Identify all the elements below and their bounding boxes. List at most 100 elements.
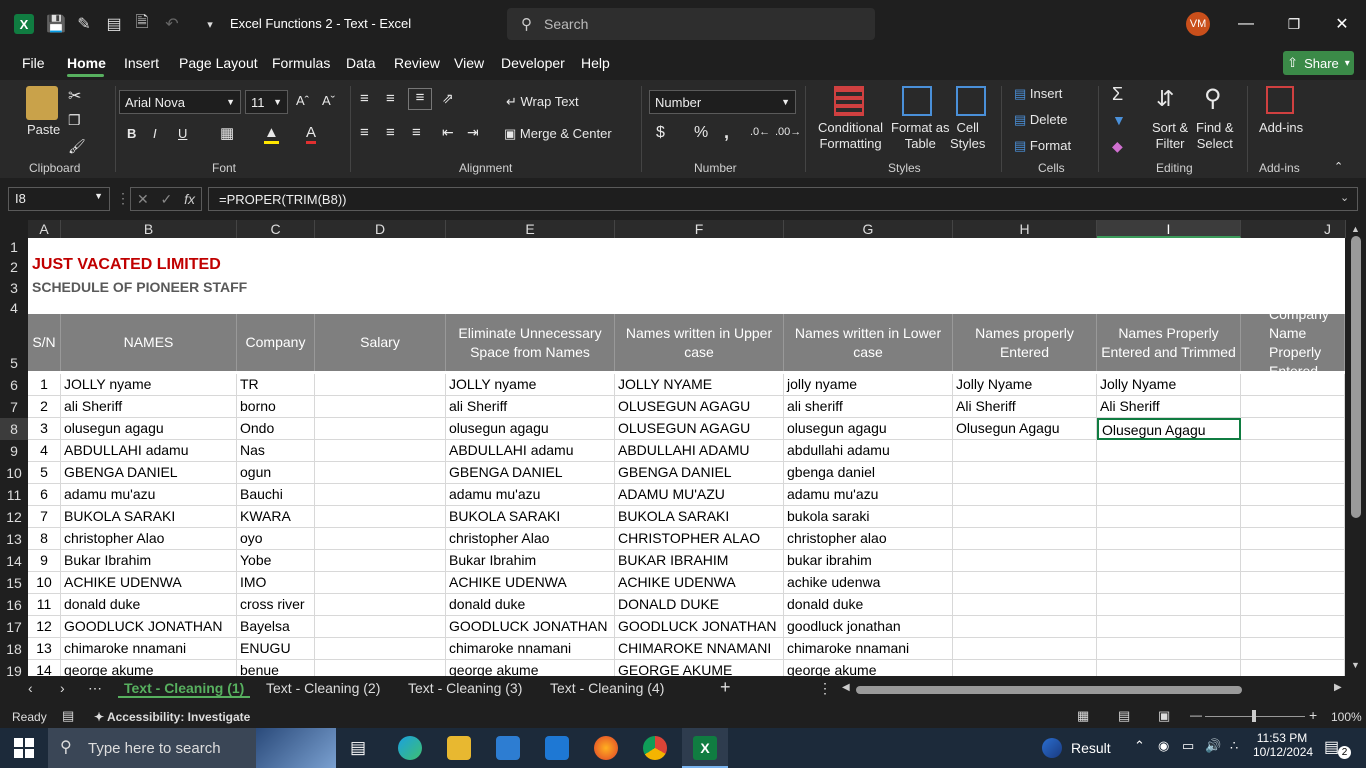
table-cell[interactable]: GBENGA DANIEL (61, 462, 237, 484)
table-cell[interactable] (1241, 462, 1345, 484)
table-cell[interactable] (953, 638, 1097, 660)
column-header-e[interactable]: E (446, 220, 615, 238)
undo-icon[interactable]: ↶ (160, 12, 184, 36)
table-cell[interactable]: chimaroke nnamani (446, 638, 615, 660)
row-header[interactable]: 11 (0, 484, 28, 506)
column-header-c[interactable]: C (237, 220, 315, 238)
align-center-icon[interactable]: ≡ (386, 124, 395, 141)
zoom-out-icon[interactable]: — (1190, 708, 1202, 722)
number-format-select[interactable]: Number ▼ (649, 90, 796, 114)
table-cell[interactable] (1097, 638, 1241, 660)
header-cell-a[interactable]: S/N (28, 314, 61, 371)
table-cell[interactable] (1241, 660, 1345, 676)
table-cell[interactable]: george akume (446, 660, 615, 676)
row-header[interactable]: 14 (0, 550, 28, 572)
table-cell[interactable]: JOLLY nyame (61, 374, 237, 396)
row-header[interactable]: 6 (0, 374, 28, 396)
table-cell[interactable] (953, 484, 1097, 506)
tray-chevron-icon[interactable]: ⌃ (1134, 738, 1145, 754)
table-cell[interactable] (315, 572, 446, 594)
table-cell[interactable]: Yobe (237, 550, 315, 572)
table-cell[interactable]: bukola saraki (784, 506, 953, 528)
table-cell[interactable] (953, 594, 1097, 616)
table-cell[interactable]: Nas (237, 440, 315, 462)
active-cell[interactable]: Olusegun Agagu (1097, 418, 1241, 440)
row-header[interactable]: 7 (0, 396, 28, 418)
zoom-slider-thumb[interactable] (1252, 710, 1256, 722)
accessibility-status[interactable]: ✦ Accessibility: Investigate (94, 710, 250, 724)
table-cell[interactable]: donald duke (446, 594, 615, 616)
scroll-up-icon[interactable]: ▲ (1351, 224, 1360, 234)
table-cell[interactable] (1097, 594, 1241, 616)
table-cell[interactable]: BUKAR IBRAHIM (615, 550, 784, 572)
column-header-a[interactable]: A (28, 220, 61, 238)
table-cell[interactable] (1241, 638, 1345, 660)
table-cell[interactable]: CHIMAROKE NNAMANI (615, 638, 784, 660)
notifications-icon[interactable]: ▤ (1324, 737, 1339, 757)
enter-icon[interactable]: ✓ (161, 191, 173, 208)
table-cell[interactable]: adamu mu'azu (784, 484, 953, 506)
add-ins-button[interactable]: Add-ins (1259, 120, 1303, 135)
table-cell[interactable]: ACHIKE UDENWA (446, 572, 615, 594)
header-cell-f[interactable]: Names written in Upper case (615, 314, 784, 371)
table-cell[interactable]: 2 (28, 396, 61, 418)
align-bottom-icon[interactable]: ≡ (408, 88, 432, 110)
row-header[interactable]: 17 (0, 616, 28, 638)
table-cell[interactable]: CHRISTOPHER ALAO (615, 528, 784, 550)
windows-start-icon[interactable] (14, 738, 34, 758)
table-cell[interactable]: Ali Sheriff (953, 396, 1097, 418)
horizontal-scrollbar[interactable]: ◀ ▶ (842, 682, 1346, 698)
table-cell[interactable] (1241, 550, 1345, 572)
table-cell[interactable]: achike udenwa (784, 572, 953, 594)
table-cell[interactable] (315, 594, 446, 616)
table-cell[interactable]: 14 (28, 660, 61, 676)
tab-home[interactable]: Home (67, 55, 106, 71)
column-header-g[interactable]: G (784, 220, 953, 238)
merge-center-button[interactable]: ▣ Merge & Center (504, 126, 612, 142)
table-cell[interactable]: olusegun agagu (446, 418, 615, 440)
table-cell[interactable] (953, 616, 1097, 638)
collapse-ribbon-icon[interactable]: ⌃ (1334, 160, 1343, 173)
table-cell[interactable]: GBENGA DANIEL (446, 462, 615, 484)
table-cell[interactable] (1097, 528, 1241, 550)
align-top-icon[interactable]: ≡ (360, 90, 369, 107)
table-cell[interactable]: GEORGE AKUME (615, 660, 784, 676)
table-cell[interactable] (315, 396, 446, 418)
table-cell[interactable]: ABDULLAHI adamu (446, 440, 615, 462)
table-cell[interactable] (1241, 484, 1345, 506)
expand-formula-icon[interactable]: ⌄ (1340, 191, 1349, 204)
table-cell[interactable]: 5 (28, 462, 61, 484)
increase-font-icon[interactable]: Aˆ (296, 93, 309, 108)
share-button[interactable]: ⇧ Share ▾ (1283, 51, 1354, 75)
bold-button[interactable]: B (127, 126, 136, 141)
row-header[interactable]: 2 (0, 256, 28, 278)
volume-icon[interactable]: 🔊 (1205, 738, 1221, 754)
insert-cells-button[interactable]: ▤ Insert (1014, 86, 1062, 102)
table-cell[interactable]: olusegun agagu (61, 418, 237, 440)
table-cell[interactable]: 6 (28, 484, 61, 506)
table-cell[interactable]: 13 (28, 638, 61, 660)
table-cell[interactable]: 3 (28, 418, 61, 440)
align-right-icon[interactable]: ≡ (412, 124, 421, 141)
news-widget-icon[interactable] (1042, 738, 1062, 758)
add-ins-icon[interactable] (1266, 86, 1294, 114)
table-cell[interactable]: Ali Sheriff (1097, 396, 1241, 418)
formula-input[interactable]: =PROPER(TRIM(B8)) (208, 187, 1358, 211)
table-cell[interactable]: Jolly Nyame (953, 374, 1097, 396)
row-header[interactable]: 13 (0, 528, 28, 550)
tab-sheet-2[interactable]: Text - Cleaning (2) (266, 680, 380, 696)
table-cell[interactable] (953, 660, 1097, 676)
table-cell[interactable] (953, 572, 1097, 594)
table-cell[interactable] (315, 374, 446, 396)
table-cell[interactable]: ACHIKE UDENWA (61, 572, 237, 594)
new-file-icon[interactable]: 🗎 (130, 12, 154, 36)
header-cell-d[interactable]: Salary (315, 314, 446, 371)
table-cell[interactable] (315, 550, 446, 572)
table-cell[interactable] (1241, 528, 1345, 550)
tab-sheet-4[interactable]: Text - Cleaning (4) (550, 680, 664, 696)
table-cell[interactable]: GOODLUCK JONATHAN (446, 616, 615, 638)
table-cell[interactable]: donald duke (784, 594, 953, 616)
find-select-icon[interactable]: ⚲ (1204, 84, 1222, 113)
more-options-icon[interactable]: ⋮ (818, 680, 832, 697)
page-layout-icon[interactable]: ▤ (1118, 708, 1130, 724)
